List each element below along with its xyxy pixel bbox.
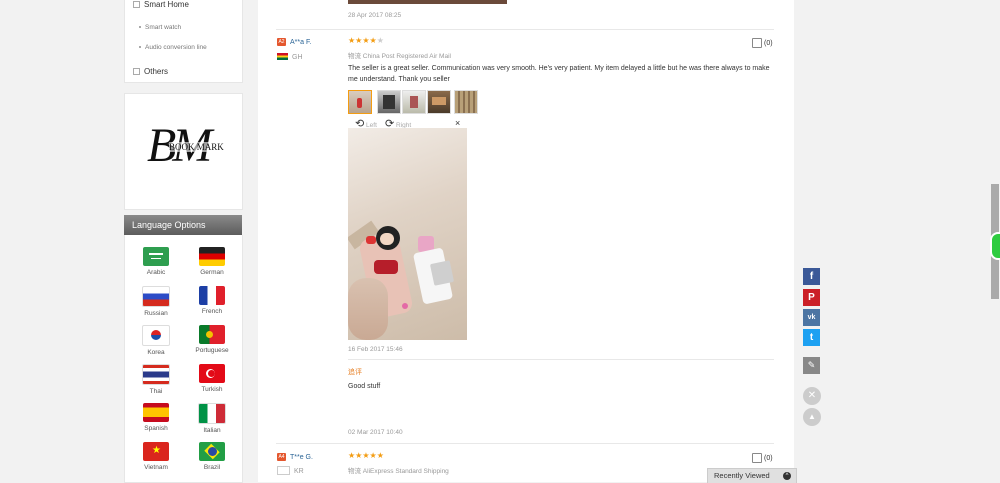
expand-icon [133,68,140,76]
reviewer-info: A2 A**a F. [277,37,311,46]
rating-stars: ★★★★★ [348,451,384,460]
edit-icon[interactable]: ✎ [803,357,820,374]
photo-thumbnail[interactable] [348,90,372,114]
previous-review-date: 28 Apr 2017 08:25 [348,12,402,19]
review-text: The seller is a great seller. Communicat… [348,65,770,83]
thailand-flag-icon [142,364,170,385]
language-options-list: Arabic German Russian French Korea Portu… [124,235,243,483]
divider [348,359,774,360]
language-portuguese[interactable]: Portuguese [183,325,241,354]
review-date: 16 Feb 2017 15:46 [348,346,403,353]
rating-stars: ★★★★★ [348,36,384,45]
reviewer-info: A4 T**e G. [277,452,313,461]
reviewer-country: KR [277,466,304,476]
category-subitem-audio[interactable]: Audio conversion line [139,44,207,51]
ghana-flag-icon [277,53,288,61]
helpful-button[interactable]: (0) [752,453,773,463]
korea-flag-icon [277,466,290,476]
category-box: Smart Home Smart watch Audio conversion … [124,0,243,83]
followup-label: 追评 [348,369,362,376]
korea-flag-icon [142,325,170,346]
thumbs-up-icon [752,453,762,463]
language-brazil[interactable]: Brazil [183,442,241,471]
photo-thumbnail[interactable] [427,90,451,114]
category-subitem-smart-watch[interactable]: Smart watch [139,24,181,31]
bullet-icon [139,26,141,29]
category-smart-home[interactable]: Smart Home [133,0,189,9]
collapse-icon [133,1,140,9]
divider [276,29,774,30]
brazil-flag-icon [199,442,225,461]
helpful-button[interactable]: (0) [752,38,773,48]
italy-flag-icon [198,403,226,424]
bullet-icon [139,46,141,49]
germany-flag-icon [199,247,225,266]
close-photo-button[interactable]: × [455,118,460,128]
russia-flag-icon [142,286,170,307]
saudi-flag-icon [143,247,169,266]
buyer-level-badge: A4 [277,452,286,461]
followup-date: 02 Mar 2017 10:40 [348,429,403,436]
close-circle-icon[interactable]: ✕ [803,387,821,405]
bookmark-logo-subtitle: BOOK MARK [169,142,224,152]
shipping-method: 物流 China Post Registered Air Mail [348,53,451,60]
vietnam-flag-icon: ★ [143,442,169,461]
language-options-heading: Language Options [124,215,242,235]
previous-review-image-edge [348,0,507,4]
reviewer-name[interactable]: A**a F. [290,39,311,46]
back-to-top-icon[interactable]: ▲ [803,408,821,426]
language-spanish[interactable]: Spanish [127,403,185,432]
turkey-flag-icon [199,364,225,383]
spain-flag-icon [143,403,169,422]
language-arabic[interactable]: Arabic [127,247,185,276]
language-turkish[interactable]: Turkish [183,364,241,393]
shipping-method: 物流 AliExpress Standard Shipping [348,468,449,475]
portugal-flag-icon [199,325,225,344]
language-french[interactable]: French [183,286,241,315]
photo-thumbnail[interactable] [454,90,478,114]
language-vietnam[interactable]: ★ Vietnam [127,442,185,471]
vk-share-icon[interactable]: vk [803,309,820,326]
facebook-share-icon[interactable]: f [803,268,820,285]
photo-thumbnail[interactable] [377,90,401,114]
twitter-share-icon[interactable]: t [803,329,820,346]
reviewer-name[interactable]: T**e G. [290,454,313,461]
reviewer-country: GH [277,52,303,61]
recently-viewed-tab[interactable]: Recently Viewed ^ [707,468,797,483]
language-russian[interactable]: Russian [127,286,185,317]
chevron-up-icon: ^ [783,472,791,480]
followup-text: Good stuff [348,383,381,390]
divider [276,443,774,444]
language-german[interactable]: German [183,247,241,276]
language-italian[interactable]: Italian [183,403,241,434]
buyer-level-badge: A2 [277,37,286,46]
thumbs-up-icon [752,38,762,48]
language-thai[interactable]: Thai [127,364,185,395]
category-others[interactable]: Others [133,67,168,76]
photo-thumbnail[interactable] [402,90,426,114]
chat-widget-icon[interactable] [990,232,1000,260]
france-flag-icon [199,286,225,305]
language-korea[interactable]: Korea [127,325,185,356]
pinterest-share-icon[interactable]: P [803,289,820,306]
bookmark-banner[interactable]: BM BOOK MARK [124,93,243,210]
review-photo [348,128,467,340]
